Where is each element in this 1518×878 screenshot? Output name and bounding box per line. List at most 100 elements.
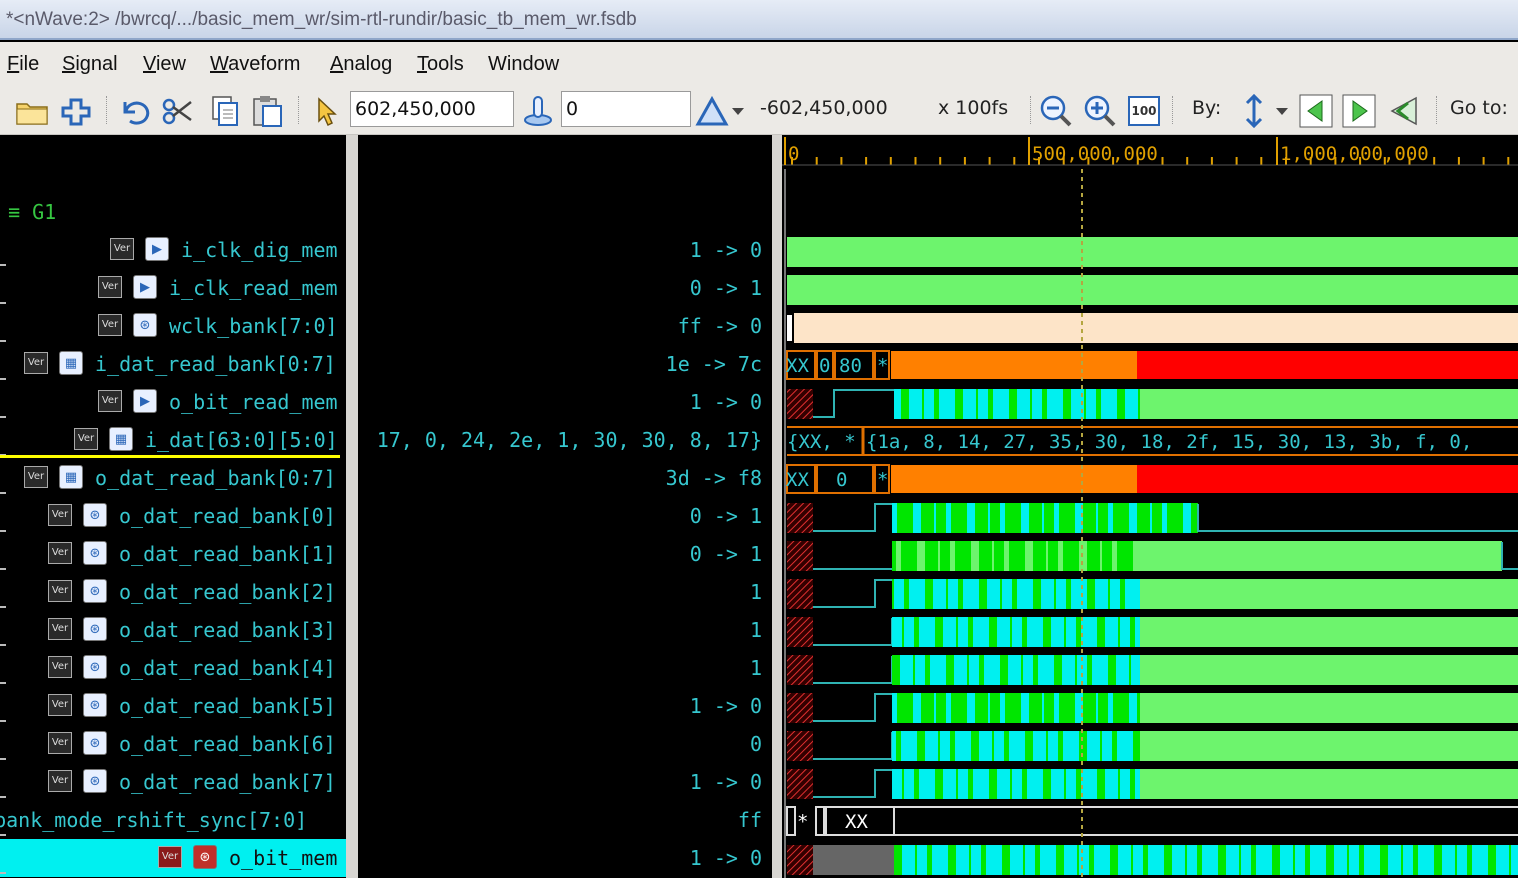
signal-row[interactable]: Ver ⊛ o_dat_read_bank[4] [0,649,346,687]
value-row[interactable]: 1 [358,611,772,649]
signal-row[interactable]: Ver ⊛ o_dat_read_bank[7] [0,763,346,801]
signal-name-pane[interactable]: ≡ G1 Ver ▶ i_clk_dig_mem Ver ▶ i_clk_read_mem… [0,135,346,878]
value-row[interactable]: 1 -> 0 [358,231,772,269]
waveform-canvas[interactable]: 0 500,000,000 1,000,000,000 XX 0 80 * {XX, * {1a… [782,135,1518,878]
zoom-100-icon[interactable]: 100 [1126,93,1162,129]
signal-name: i_clk_dig_mem [181,238,338,262]
activity-stripe [1102,541,1108,571]
signal-row[interactable]: Ver ⊛ o_bit_mem [0,839,346,877]
signal-row[interactable]: Ver ⊛ o_dat_read_bank[5] [0,687,346,725]
signal-name: o_dat_read_bank[3] [119,618,336,642]
activity-stripe [921,503,924,533]
signal-row[interactable]: Ver ⊛ o_dat_read_bank[0] [0,497,346,535]
value-row[interactable]: 0 -> 1 [358,535,772,573]
cursor-time-input[interactable]: 602,450,000 [350,91,514,127]
menu-window[interactable]: Window [488,53,559,76]
value-row[interactable]: 1 [358,573,772,611]
menu-file[interactable]: File [7,53,39,76]
signal-row[interactable]: Ver ▶ i_clk_read_mem [0,269,346,307]
menu-analog[interactable]: Analog [330,53,392,76]
value-row[interactable]: 3d -> f8 [358,459,772,497]
signal-row[interactable]: Ver ⊛ wclk_bank[7:0] [0,307,346,345]
signal-row[interactable]: Ver ▦ o_dat_read_bank[0:7] [0,459,346,497]
activity-stripe [959,845,969,875]
activity-stripe [1265,845,1272,875]
value-row[interactable]: 1 -> 0 [358,687,772,725]
signal-row[interactable]: Ver ⊛ o_dat_read_bank[3] [0,611,346,649]
activity-stripe [1086,389,1092,419]
search-backward-icon[interactable] [1298,93,1334,129]
open-folder-icon[interactable] [14,93,50,129]
zoom-out-icon[interactable] [1038,93,1074,129]
goto-label: Go to: [1450,97,1508,119]
activity-stripe [1157,845,1164,875]
value-row[interactable]: ff [358,801,772,839]
menu-tools[interactable]: Tools [417,53,464,76]
value-row[interactable]: ff -> 0 [358,307,772,345]
activity-stripe [982,769,989,799]
value-row[interactable]: 1 -> 0 [358,839,772,877]
activity-stripe [956,769,958,799]
value-row[interactable]: 17, 0, 24, 2e, 1, 30, 30, 8, 17} [358,421,772,459]
row-tick [0,378,6,380]
by-dropdown-icon[interactable] [1272,93,1292,129]
copy-icon[interactable] [208,93,244,129]
signal-row[interactable]: g_bank_mode_rshift_sync[7:0] [0,801,346,839]
activity-stripe [1096,389,1101,419]
signal-row[interactable]: Ver ▶ o_bit_read_mem [0,383,346,421]
signal-row[interactable]: Ver ⊛ o_dat_read_bank[6] [0,725,346,763]
waveform-pane[interactable]: 0 500,000,000 1,000,000,000 XX 0 80 * {XX, * {1a… [782,135,1518,878]
value-row[interactable]: 1 -> 0 [358,763,772,801]
value-row[interactable]: 1e -> 7c [358,345,772,383]
activity-stripe [1090,541,1100,571]
activity-stripe [1355,845,1359,875]
activity-stripe [892,693,897,723]
go-back-icon[interactable] [1386,93,1422,129]
activity-stripe [902,845,905,875]
delta-dropdown-icon[interactable] [728,93,748,129]
group-label[interactable]: ≡ G1 [8,200,56,224]
signal-row[interactable]: Ver ▦ i_dat_read_bank[0:7] [0,345,346,383]
menu-waveform[interactable]: Waveform [210,53,300,76]
signal-value: 1 -> 0 [689,846,762,870]
bus-signal-icon: ⊛ [83,617,107,641]
menu-view[interactable]: View [143,53,186,76]
activity-stripe [1108,617,1118,647]
signal-row[interactable]: Ver ▶ i_clk_dig_mem [0,231,346,269]
zoom-in-icon[interactable] [1082,93,1118,129]
search-direction-icon[interactable] [1236,93,1272,129]
marker-icon[interactable] [520,93,556,129]
value-row[interactable]: 1 -> 0 [358,383,772,421]
activity-stripe [1148,845,1157,875]
signal-value-pane[interactable]: 1 -> 0 0 -> 1 ff -> 0 1e -> 7c 1 -> 0 17, 0, … [358,135,772,878]
activity-stripe [1364,845,1373,875]
signal-row[interactable]: Ver ⊛ o_dat_read_bank[2] [0,573,346,611]
names-values-splitter[interactable] [346,135,358,878]
values-wave-splitter[interactable] [772,135,782,878]
activity-stripe [1030,389,1032,419]
pointer-icon[interactable] [308,93,344,129]
signal-row[interactable]: Ver ▦ i_dat[63:0][5:0] [0,421,346,459]
value-row[interactable]: 0 -> 1 [358,497,772,535]
verilog-icon: Ver [98,390,122,412]
activity-stripe [1063,389,1071,419]
hierarchy-icon[interactable] [58,93,94,129]
activity-stripe [1133,731,1140,761]
cut-icon[interactable] [160,93,196,129]
signal-row[interactable]: Ver ⊛ o_dat_read_bank[1] [0,535,346,573]
value-row[interactable]: 0 -> 1 [358,269,772,307]
delta-icon[interactable] [694,93,730,129]
marker-time-input[interactable]: 0 [561,91,691,127]
value-row[interactable]: 0 [358,725,772,763]
menu-signal[interactable]: Signal [62,53,118,76]
activity-stripe [917,731,925,761]
activity-stripe [1319,845,1326,875]
activity-stripe [973,617,982,647]
activity-stripe [1337,845,1347,875]
undo-icon[interactable] [116,93,152,129]
activity-stripe [988,503,990,533]
activity-stripe [1072,541,1079,571]
search-forward-icon[interactable] [1341,93,1377,129]
paste-icon[interactable] [250,93,286,129]
value-row[interactable]: 1 [358,649,772,687]
